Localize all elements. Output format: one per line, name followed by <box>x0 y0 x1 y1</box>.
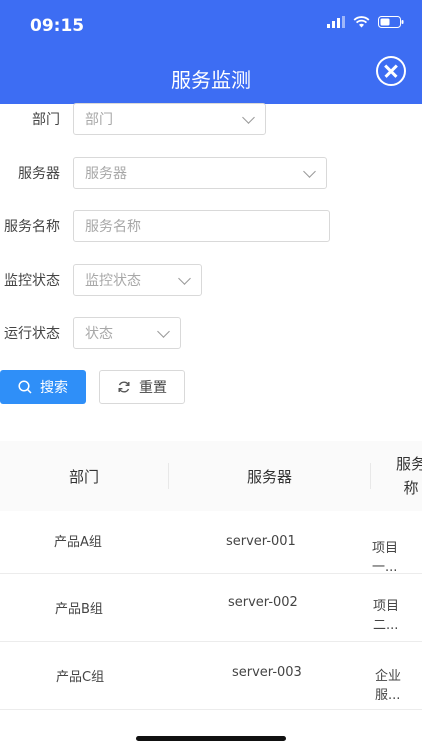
app-header: 09:15 服务监测 <box>0 0 422 104</box>
cell-server: server-001 <box>226 534 296 549</box>
reset-button[interactable]: 重置 <box>99 370 185 404</box>
cell-department: 产品B组 <box>55 602 103 617</box>
status-icons <box>327 16 404 28</box>
table-row[interactable]: 产品C组 server-003 企业服... <box>0 641 422 710</box>
service-name-row: 服务名称 <box>0 209 60 243</box>
server-label: 服务器 <box>18 166 60 182</box>
signal-icon <box>327 16 345 28</box>
run-status-row: 运行状态 <box>0 316 60 350</box>
run-status-label: 运行状态 <box>4 326 60 342</box>
search-button[interactable]: 搜索 <box>0 370 86 404</box>
department-select[interactable]: 部门 <box>73 103 266 135</box>
chevron-down-icon <box>303 165 316 178</box>
cell-department: 产品C组 <box>56 670 105 685</box>
cell-service-name: 项目一... <box>372 541 399 575</box>
cell-service-name: 项目二... <box>373 599 400 633</box>
table-row[interactable]: 产品A组 server-001 项目一... <box>0 511 422 575</box>
run-status-select[interactable]: 状态 <box>73 317 181 349</box>
service-name-label: 服务名称 <box>4 219 60 235</box>
cell-server: server-003 <box>232 665 302 680</box>
table-row[interactable]: 产品B组 server-002 项目二... <box>0 573 422 642</box>
search-icon <box>18 380 32 394</box>
column-header-service-name[interactable]: 服务 称 <box>371 441 422 511</box>
department-label: 部门 <box>32 112 60 128</box>
column-header-server[interactable]: 服务器 <box>169 441 370 511</box>
monitor-status-label: 监控状态 <box>4 273 60 289</box>
server-select[interactable]: 服务器 <box>73 157 327 189</box>
wifi-icon <box>353 16 370 28</box>
chevron-down-icon <box>157 325 170 338</box>
status-time: 09:15 <box>30 16 85 36</box>
monitor-status-row: 监控状态 <box>0 263 60 297</box>
service-name-input[interactable]: 服务名称 <box>73 210 330 242</box>
department-row: 部门 <box>0 102 60 136</box>
chevron-down-icon <box>242 111 255 124</box>
monitor-status-select[interactable]: 监控状态 <box>73 264 202 296</box>
cell-server: server-002 <box>228 595 298 610</box>
table-header: 部门 服务器 服务 称 <box>0 441 422 511</box>
server-row: 服务器 <box>0 156 60 190</box>
cell-service-name: 企业服... <box>375 669 402 703</box>
home-indicator <box>136 736 286 741</box>
chevron-down-icon <box>178 272 191 285</box>
page-title: 服务监测 <box>171 68 251 92</box>
column-header-department[interactable]: 部门 <box>0 441 168 511</box>
cell-department: 产品A组 <box>54 535 102 550</box>
close-button[interactable] <box>376 56 406 86</box>
battery-icon <box>378 16 404 28</box>
refresh-icon <box>118 381 130 393</box>
